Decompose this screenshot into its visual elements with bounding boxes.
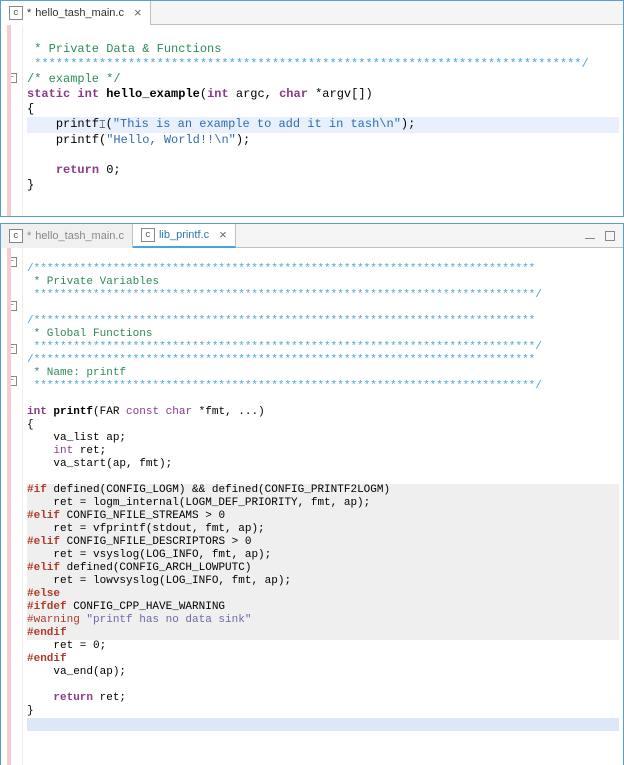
close-icon[interactable]: × — [134, 5, 142, 20]
tab-filename: hello_tash_main.c — [35, 7, 124, 19]
code-line: ret = 0; — [27, 640, 106, 652]
comment-line: * Private Variables — [27, 276, 159, 288]
comment-line: * Global Functions — [27, 328, 152, 340]
editor-pane-2: c * hello_tash_main.c c lib_printf.c × − … — [0, 223, 624, 765]
tab-bar-2: c * hello_tash_main.c c lib_printf.c × — [1, 224, 623, 248]
c-file-icon: c — [9, 6, 23, 20]
comment-stars: ****************************************… — [27, 341, 542, 353]
change-ruler — [7, 25, 11, 216]
code-line: int printf(FAR const char *fmt, ...) — [27, 406, 265, 418]
tab-hello-tash-main-inactive[interactable]: c * hello_tash_main.c — [1, 224, 133, 248]
comment-line: /* example */ — [27, 72, 121, 86]
code-line: printf("Hello, World!!\n"); — [27, 133, 250, 147]
comment-stars: ****************************************… — [27, 380, 542, 392]
text-cursor-icon: ⌶ — [99, 119, 106, 134]
comment-line: * Name: printf — [27, 367, 126, 379]
tab-lib-printf[interactable]: c lib_printf.c × — [133, 224, 236, 248]
c-file-icon: c — [9, 229, 23, 243]
brace: } — [27, 178, 34, 192]
code-line: int ret; — [27, 445, 106, 457]
code-line: va_end(ap); — [27, 666, 126, 678]
code-line: va_start(ap, fmt); — [27, 458, 172, 470]
highlighted-line: printf⌶("This is an example to add it in… — [27, 117, 619, 133]
code-line: return ret; — [27, 692, 126, 704]
maximize-icon[interactable] — [605, 231, 615, 241]
tab-hello-tash-main[interactable]: c * hello_tash_main.c × — [1, 1, 151, 25]
brace: { — [27, 102, 34, 116]
code-line: return 0; — [27, 163, 121, 177]
tab-filename: hello_tash_main.c — [35, 230, 124, 242]
close-icon[interactable]: × — [219, 227, 227, 242]
code-line: va_list ap; — [27, 432, 126, 444]
comment-line: * Private Data & Functions — [27, 42, 221, 56]
code-area-2[interactable]: /***************************************… — [23, 248, 623, 765]
code-line: static int hello_example(int argc, char … — [27, 87, 373, 101]
tab-bar-1: c * hello_tash_main.c × — [1, 1, 623, 25]
minimize-icon[interactable] — [585, 233, 595, 239]
comment-stars: ****************************************… — [27, 57, 589, 71]
cursor-line-highlight — [27, 718, 619, 731]
brace: } — [27, 705, 34, 717]
tab-modified-indicator: * — [27, 7, 31, 19]
code-editor-1[interactable]: − * Private Data & Functions ***********… — [1, 25, 623, 216]
shaded-block: #if defined(CONFIG_LOGM) && defined(CONF… — [27, 484, 619, 640]
change-ruler — [7, 248, 11, 765]
comment-stars: /***************************************… — [27, 263, 535, 275]
comment-stars: ****************************************… — [27, 289, 542, 301]
tab-filename: lib_printf.c — [159, 229, 209, 241]
fold-gutter[interactable]: − — [1, 25, 23, 216]
comment-stars: /***************************************… — [27, 354, 535, 366]
tab-modified-indicator: * — [27, 230, 31, 242]
code-area-1[interactable]: * Private Data & Functions *************… — [23, 25, 623, 216]
code-editor-2[interactable]: − − − − /*******************************… — [1, 248, 623, 765]
editor-pane-1: c * hello_tash_main.c × − * Private Data … — [0, 0, 624, 217]
fold-gutter[interactable]: − − − − — [1, 248, 23, 765]
comment-stars: /***************************************… — [27, 315, 535, 327]
code-line: #endif — [27, 653, 67, 665]
c-file-icon: c — [141, 228, 155, 242]
